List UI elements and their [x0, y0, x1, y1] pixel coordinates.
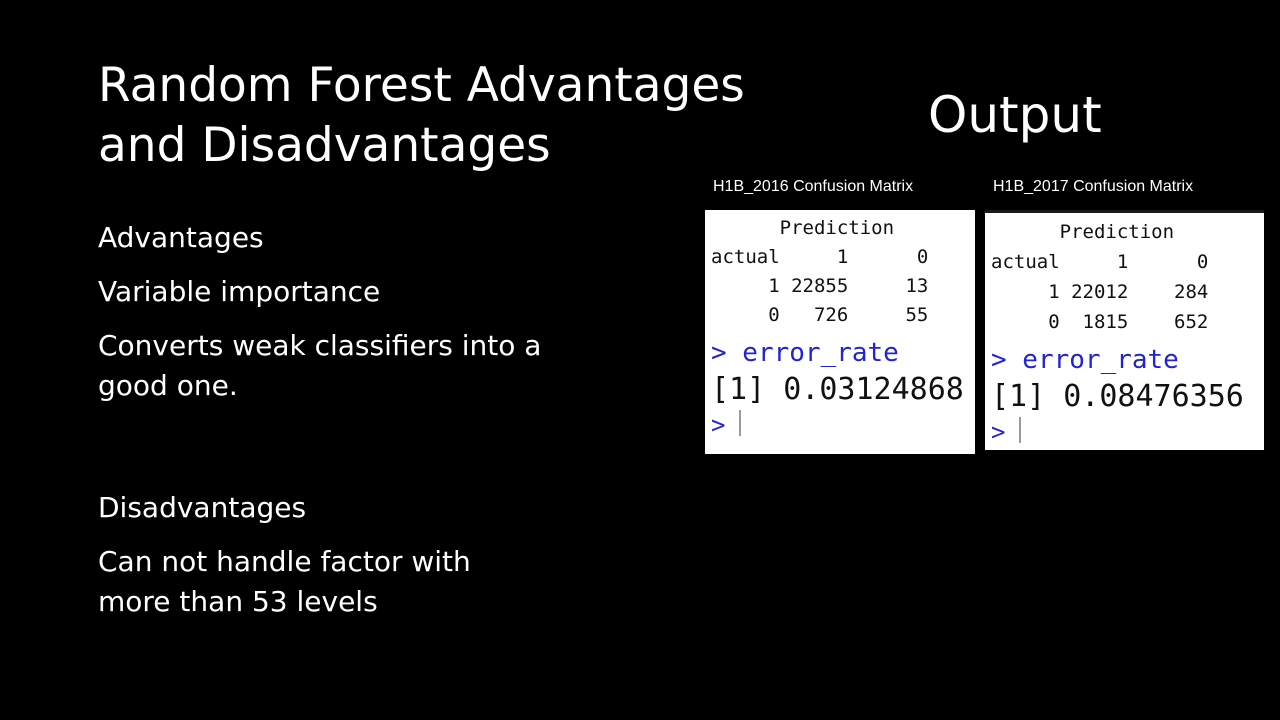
panel-header: H1B_2016 Confusion Matrix	[705, 164, 975, 210]
console-output: Prediction actual 1 0 1 22855 13 0 726 5…	[705, 210, 975, 454]
error-rate-command: > error_rate	[991, 345, 1179, 375]
matrix-row: 0 726 55	[711, 304, 929, 326]
error-rate-command: > error_rate	[711, 338, 899, 368]
output-title: Output	[928, 86, 1102, 144]
prompt-symbol: >	[711, 411, 726, 439]
error-rate-value: [1] 0.08476356	[991, 379, 1244, 414]
content-body: Advantages Variable importance Converts …	[98, 218, 658, 636]
advantage-item: Converts weak classifiers into a good on…	[98, 329, 542, 402]
disadvantages-heading: Disadvantages	[98, 491, 307, 524]
prompt-symbol: >	[991, 418, 1006, 446]
matrix-row: 1 22855 13	[711, 275, 929, 297]
disadvantage-item: Can not handle factor with more than 53 …	[98, 545, 471, 618]
confusion-matrix-panel-2016: H1B_2016 Confusion Matrix Prediction act…	[705, 164, 975, 454]
console-prompt[interactable]: >	[711, 410, 969, 440]
slide: Random Forest Advantages and Disadvantag…	[0, 0, 1280, 720]
console-prompt[interactable]: >	[991, 417, 1258, 447]
matrix-row: actual 1 0	[711, 246, 929, 268]
matrix-row: actual 1 0	[991, 251, 1209, 273]
matrix-row: 1 22012 284	[991, 281, 1209, 303]
matrix-row: Prediction	[711, 217, 895, 239]
confusion-matrix-panel-2017: H1B_2017 Confusion Matrix Prediction act…	[985, 164, 1264, 450]
advantages-heading: Advantages	[98, 221, 264, 254]
matrix-row: Prediction	[991, 221, 1175, 243]
console-output: Prediction actual 1 0 1 22012 284 0 1815…	[985, 213, 1264, 450]
advantage-item: Variable importance	[98, 275, 381, 308]
text-cursor	[1019, 417, 1021, 443]
slide-title: Random Forest Advantages and Disadvantag…	[98, 58, 745, 173]
panel-header: H1B_2017 Confusion Matrix	[985, 164, 1264, 210]
error-rate-value: [1] 0.03124868	[711, 372, 964, 407]
text-cursor	[739, 410, 741, 436]
matrix-row: 0 1815 652	[991, 311, 1209, 333]
